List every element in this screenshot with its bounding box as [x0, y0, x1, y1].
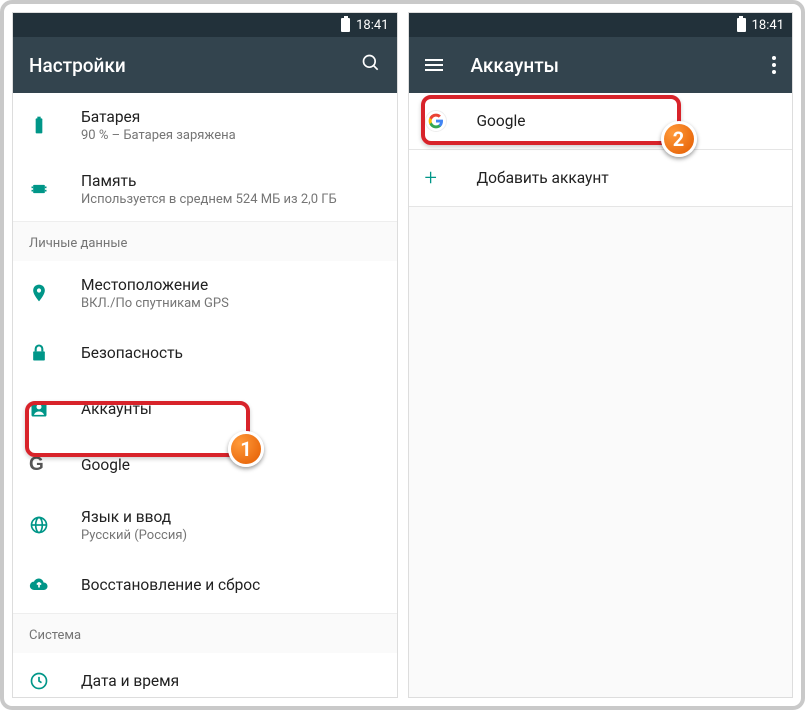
item-label: Дата и время	[81, 672, 381, 690]
menu-icon[interactable]	[425, 56, 443, 74]
status-time: 18:41	[356, 18, 388, 33]
battery-icon	[29, 115, 81, 135]
phone-settings: 18:41 Настройки Батарея 90 % – Батарея з…	[12, 12, 398, 698]
settings-item-security[interactable]: Безопасность	[13, 325, 397, 381]
search-icon[interactable]	[361, 53, 381, 77]
accounts-list[interactable]: Google + Добавить аккаунт	[409, 93, 793, 697]
memory-icon	[29, 179, 81, 199]
item-label: Местоположение	[81, 276, 381, 294]
add-icon: +	[425, 166, 477, 191]
google-icon: G	[29, 454, 81, 476]
settings-item-memory[interactable]: Память Используется в среднем 524 МБ из …	[13, 157, 397, 221]
settings-item-accounts[interactable]: Аккаунты	[13, 381, 397, 437]
item-sub: Используется в среднем 524 МБ из 2,0 ГБ	[81, 192, 381, 207]
app-bar-settings: Настройки	[13, 37, 397, 93]
item-label: Безопасность	[81, 344, 381, 362]
accounts-item-google[interactable]: Google	[409, 93, 793, 149]
item-label: Батарея	[81, 108, 381, 126]
phone-accounts: 18:41 Аккаунты Google	[408, 12, 794, 698]
subheader-personal: Личные данные	[13, 221, 397, 261]
globe-icon	[29, 515, 81, 535]
item-label: Google	[81, 456, 381, 474]
status-time: 18:41	[752, 18, 784, 33]
item-label: Память	[81, 172, 381, 190]
accounts-item-add[interactable]: + Добавить аккаунт	[409, 150, 793, 206]
settings-item-datetime[interactable]: Дата и время	[13, 653, 397, 697]
subheader-system: Система	[13, 613, 397, 653]
item-label: Аккаунты	[81, 400, 381, 418]
battery-status-icon	[737, 18, 746, 32]
item-label: Добавить аккаунт	[477, 169, 777, 187]
settings-item-language[interactable]: Язык и ввод Русский (Россия)	[13, 493, 397, 557]
location-icon	[29, 283, 81, 303]
clock-icon	[29, 671, 81, 691]
battery-status-icon	[341, 18, 350, 32]
settings-item-battery[interactable]: Батарея 90 % – Батарея заряжена	[13, 93, 397, 157]
item-label: Восстановление и сброс	[81, 576, 381, 594]
item-sub: ВКЛ./По спутникам GPS	[81, 296, 381, 311]
backup-icon	[29, 575, 81, 595]
accounts-icon	[29, 399, 81, 419]
item-label: Google	[477, 112, 777, 130]
app-bar-accounts: Аккаунты	[409, 37, 793, 93]
lock-icon	[29, 343, 81, 363]
settings-item-google[interactable]: G Google	[13, 437, 397, 493]
status-bar: 18:41	[409, 13, 793, 37]
divider	[409, 206, 793, 207]
status-bar: 18:41	[13, 13, 397, 37]
overflow-icon[interactable]	[772, 53, 776, 77]
settings-list[interactable]: Батарея 90 % – Батарея заряжена Память И…	[13, 93, 397, 697]
settings-item-location[interactable]: Местоположение ВКЛ./По спутникам GPS	[13, 261, 397, 325]
app-bar-title: Аккаунты	[471, 54, 773, 77]
settings-item-backup[interactable]: Восстановление и сброс	[13, 557, 397, 613]
app-bar-title: Настройки	[29, 54, 361, 77]
google-logo-icon	[425, 110, 477, 132]
item-sub: Русский (Россия)	[81, 528, 381, 543]
item-sub: 90 % – Батарея заряжена	[81, 128, 381, 143]
item-label: Язык и ввод	[81, 508, 381, 526]
